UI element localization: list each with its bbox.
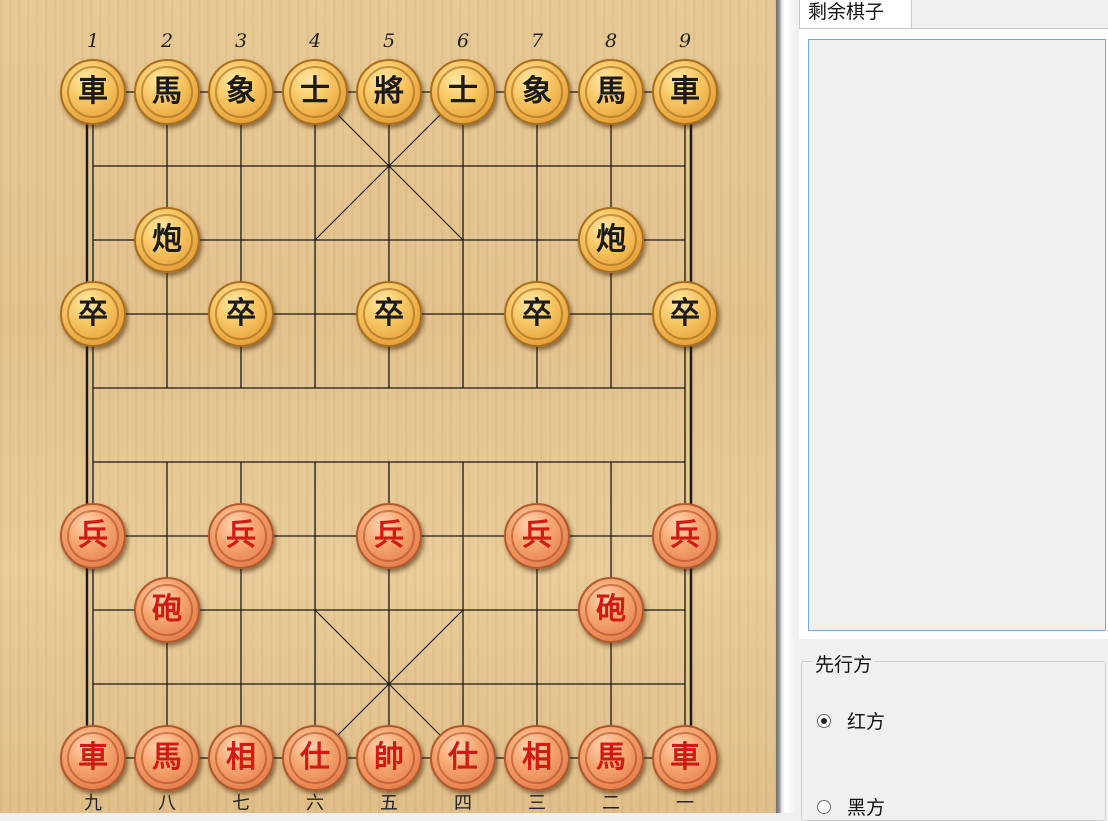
piece-label: 炮: [585, 214, 637, 266]
black-piece[interactable]: 馬: [578, 59, 644, 125]
file-number-bottom: 九: [84, 793, 102, 814]
black-piece[interactable]: 炮: [578, 207, 644, 273]
tab-remaining-pieces[interactable]: 剩余棋子: [799, 0, 912, 28]
red-piece[interactable]: 砲: [578, 577, 644, 643]
radio-label-red: 红方: [847, 711, 886, 733]
piece-label: 炮: [141, 214, 193, 266]
file-number-bottom: 五: [380, 793, 398, 814]
piece-label: 車: [659, 732, 711, 784]
red-piece[interactable]: 兵: [60, 503, 126, 569]
red-piece[interactable]: 相: [504, 725, 570, 791]
black-piece[interactable]: 馬: [134, 59, 200, 125]
black-piece[interactable]: 車: [652, 59, 718, 125]
red-piece[interactable]: 兵: [356, 503, 422, 569]
piece-label: 卒: [215, 288, 267, 340]
red-piece[interactable]: 車: [652, 725, 718, 791]
file-number-top: 3: [234, 30, 248, 52]
file-number-bottom: 六: [306, 793, 324, 814]
piece-label: 馬: [141, 66, 193, 118]
red-piece[interactable]: 砲: [134, 577, 200, 643]
piece-label: 車: [67, 732, 119, 784]
file-number-bottom: 七: [232, 793, 250, 814]
black-piece[interactable]: 車: [60, 59, 126, 125]
black-piece[interactable]: 卒: [208, 281, 274, 347]
file-number-top: 7: [530, 30, 544, 52]
red-piece[interactable]: 兵: [652, 503, 718, 569]
radio-button[interactable]: [817, 713, 831, 728]
black-piece[interactable]: 將: [356, 59, 422, 125]
piece-label: 卒: [511, 288, 563, 340]
piece-label: 仕: [289, 732, 341, 784]
red-piece[interactable]: 仕: [430, 725, 496, 791]
black-piece[interactable]: 卒: [60, 281, 126, 347]
file-number-top: 2: [160, 30, 174, 52]
file-number-top: 1: [86, 30, 100, 52]
file-number-top: 4: [308, 30, 322, 52]
piece-label: 砲: [141, 584, 193, 636]
file-number-top: 5: [382, 30, 396, 52]
radio-label-black: 黑方: [847, 797, 886, 819]
piece-label: 砲: [585, 584, 637, 636]
piece-label: 馬: [585, 732, 637, 784]
file-number-bottom: 一: [676, 793, 694, 814]
remaining-pieces-list[interactable]: [808, 39, 1106, 631]
first-move-group-title: 先行方: [812, 650, 876, 677]
black-piece[interactable]: 象: [208, 59, 274, 125]
file-number-top: 9: [678, 30, 692, 52]
black-piece[interactable]: 炮: [134, 207, 200, 273]
black-piece[interactable]: 士: [282, 59, 348, 125]
piece-label: 馬: [141, 732, 193, 784]
piece-label: 相: [511, 732, 563, 784]
file-number-top: 8: [604, 30, 618, 52]
red-piece[interactable]: 車: [60, 725, 126, 791]
piece-label: 車: [659, 66, 711, 118]
piece-label: 士: [289, 66, 341, 118]
file-number-bottom: 二: [602, 793, 620, 814]
red-piece[interactable]: 相: [208, 725, 274, 791]
red-piece[interactable]: 兵: [208, 503, 274, 569]
piece-label: 兵: [67, 510, 119, 562]
radio-black-side[interactable]: 黑方: [817, 793, 885, 820]
radio-selected-dot: [821, 717, 827, 724]
piece-label: 兵: [659, 510, 711, 562]
red-piece[interactable]: 仕: [282, 725, 348, 791]
piece-label: 象: [511, 66, 563, 118]
file-number-bottom: 八: [158, 793, 176, 814]
piece-label: 仕: [437, 732, 489, 784]
file-number-bottom: 三: [528, 793, 546, 814]
chessboard[interactable]: 123456789 九八七六五四三二一 車馬象士將士象馬車炮炮卒卒卒卒卒兵兵兵兵…: [0, 0, 776, 814]
file-number-bottom: 四: [454, 793, 472, 814]
file-number-top: 6: [456, 30, 470, 52]
splitter[interactable]: [776, 0, 798, 813]
piece-label: 象: [215, 66, 267, 118]
piece-label: 兵: [363, 510, 415, 562]
piece-label: 相: [215, 732, 267, 784]
red-piece[interactable]: 兵: [504, 503, 570, 569]
piece-label: 兵: [215, 510, 267, 562]
piece-label: 將: [363, 66, 415, 118]
piece-label: 兵: [511, 510, 563, 562]
red-piece[interactable]: 馬: [578, 725, 644, 791]
piece-label: 卒: [659, 288, 711, 340]
black-piece[interactable]: 象: [504, 59, 570, 125]
piece-label: 卒: [67, 288, 119, 340]
black-piece[interactable]: 卒: [356, 281, 422, 347]
red-piece[interactable]: 馬: [134, 725, 200, 791]
black-piece[interactable]: 卒: [504, 281, 570, 347]
radio-button[interactable]: [817, 799, 831, 814]
piece-label: 卒: [363, 288, 415, 340]
piece-label: 馬: [585, 66, 637, 118]
radio-red-side[interactable]: 红方: [817, 707, 885, 734]
black-piece[interactable]: 士: [430, 59, 496, 125]
piece-label: 車: [67, 66, 119, 118]
piece-label: 士: [437, 66, 489, 118]
black-piece[interactable]: 卒: [652, 281, 718, 347]
red-piece[interactable]: 帥: [356, 725, 422, 791]
piece-label: 帥: [363, 732, 415, 784]
